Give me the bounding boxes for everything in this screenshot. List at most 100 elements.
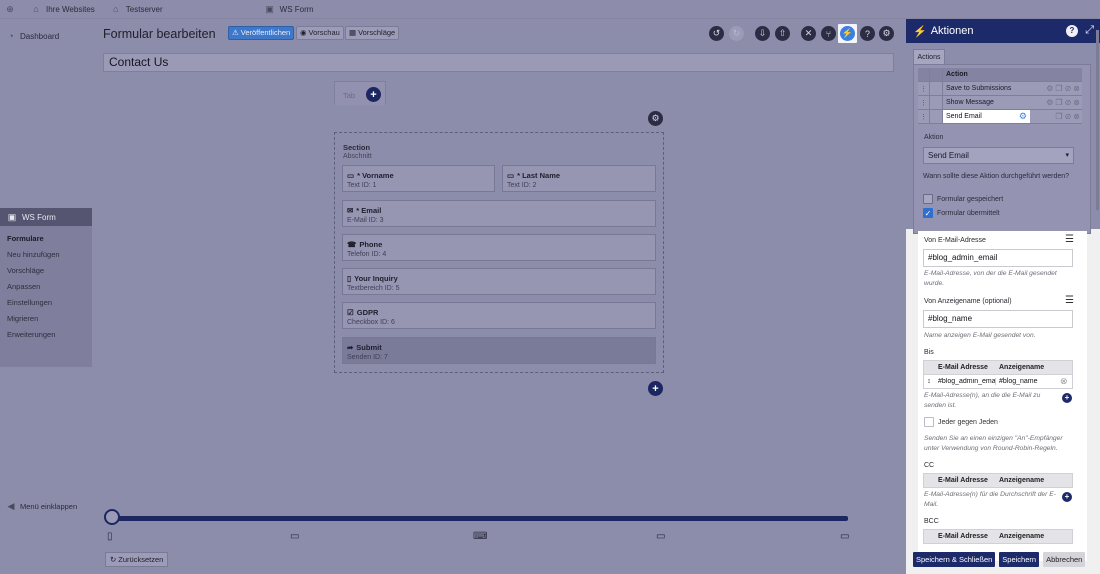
drag-handle-icon[interactable]: ⋮ [918,99,929,107]
from-email-input[interactable]: #blog_admin_email [923,249,1073,267]
history-icon[interactable]: ↺ [709,26,724,41]
sidebar-item-formulare[interactable]: Formulare [0,232,92,248]
settings-icon[interactable]: ⚙ [1019,111,1030,122]
drag-handle-icon[interactable]: ⋮ [918,85,929,93]
delete-icon[interactable]: ⊗ [1073,112,1080,121]
publish-button[interactable]: ⚠ Veröffentlichen [228,26,295,40]
wsform-icon: ▣ [7,211,17,222]
field-vorname[interactable]: ▭ * Vorname Text ID: 1 [342,165,495,192]
preview-button[interactable]: ◉ Vorschau [296,26,344,40]
settings-gear-icon[interactable]: ⚙ [879,26,894,41]
copy-icon[interactable]: ❐ [1055,98,1062,107]
delete-icon[interactable]: ⊗ [1073,84,1080,93]
disable-icon[interactable]: ⊘ [1065,112,1072,121]
sidebar-item-vorschlaege[interactable]: Vorschläge [0,264,92,280]
col-name: Anzeigename [999,533,1045,540]
actions-table-header: Action [918,68,1082,82]
panel-help-icon[interactable]: ? [1066,25,1078,37]
panel-scrollbar[interactable] [1096,30,1099,210]
breakpoint-slider-track[interactable] [111,516,848,521]
drag-handle-icon[interactable]: ⋮ [918,113,929,121]
text-field-icon: ▭ [507,171,515,180]
to-help: E-Mail-Adresse(n), an die die E-Mail zu … [924,392,1041,409]
breakpoint-slider-handle[interactable] [104,509,120,525]
add-recipient-button[interactable]: + [1062,393,1072,403]
table-row[interactable]: ⋮ Show Message ⚙ ❐ ⊘ ⊗ [918,96,1082,110]
hamburger-icon[interactable]: ☰ [1065,234,1074,245]
site-link[interactable]: ⌂ Ihre Websites [31,4,94,14]
checkbox-label: Formular übermittelt [937,209,1000,217]
disable-icon[interactable]: ⊘ [1065,84,1072,93]
reset-button[interactable]: ↻ Zurücksetzen [105,552,169,567]
redo-icon[interactable]: ↻ [729,26,744,41]
add-tab-button[interactable]: + [366,87,381,102]
settings-icon[interactable]: ⚙ [1046,98,1053,107]
large-desktop-icon[interactable]: ▭ [840,531,849,542]
field-phone[interactable]: ☎ Phone Telefon ID: 4 [342,234,656,261]
checkbox-saved[interactable]: Formular gespeichert [923,194,1003,204]
add-cc-button[interactable]: + [1062,492,1072,502]
action-settings-card: Von E-Mail-Adresse ☰ #blog_admin_email E… [918,231,1087,561]
copy-icon[interactable]: ❐ [1055,112,1062,121]
suggestions-button[interactable]: ▦ Vorschläge [345,26,400,40]
sidebar-item-wsform[interactable]: ▣ WS Form [0,208,92,226]
delete-icon[interactable]: ⊗ [1060,376,1072,387]
to-name-cell[interactable]: #blog_name [996,378,1060,385]
save-button[interactable]: Speichern [999,552,1040,567]
disable-icon[interactable]: ⊘ [1065,98,1072,107]
expand-icon[interactable]: ⤢ [1085,24,1094,37]
sidebar-item-anpassen[interactable]: Anpassen [0,280,92,296]
tab-actions[interactable]: Actions [913,49,945,65]
field-last-name[interactable]: ▭ * Last Name Text ID: 2 [502,165,656,192]
checkbox-box[interactable] [923,194,933,204]
settings-icon[interactable]: ⚙ [1046,84,1053,93]
field-gdpr[interactable]: ☑ GDPR Checkbox ID: 6 [342,302,656,329]
add-section-button[interactable]: + [648,381,663,396]
form-section[interactable]: Section Abschnitt ▭ * Vorname Text ID: 1 … [334,132,664,373]
form-name-input[interactable]: Contact Us [103,53,894,72]
sidebar-item-migrieren[interactable]: Migrieren [0,312,92,328]
field-email[interactable]: ✉ * Email E-Mail ID: 3 [342,200,656,227]
table-row[interactable]: ⋮ Send Email ⚙ ❐ ⊘ ⊗ [918,110,1082,124]
field-submit[interactable]: ➦ Submit Senden ID: 7 [342,337,656,364]
desktop-icon[interactable]: ▭ [656,531,665,542]
plugin-link[interactable]: ▣ WS Form [265,3,313,15]
hamburger-icon[interactable]: ☰ [1065,295,1074,306]
delete-icon[interactable]: ⊗ [1073,98,1080,107]
server-link[interactable]: ⌂ Testserver [111,4,163,14]
actions-icon[interactable]: ⚡ [838,24,857,43]
sidebar-item-dashboard[interactable]: ◔ Dashboard [6,31,59,41]
tablet-icon[interactable]: ▭ [290,531,299,542]
help-icon[interactable]: ? [860,26,875,41]
table-row[interactable]: ⋮ Save to Submissions ⚙ ❐ ⊘ ⊗ [918,82,1082,96]
cancel-button[interactable]: Abbrechen [1043,552,1086,567]
mobile-icon[interactable]: ▯ [107,531,113,542]
tools-icon[interactable]: ✕ [801,26,816,41]
field-inquiry[interactable]: ▯ Your Inquiry Textbereich ID: 5 [342,268,656,295]
to-email-cell[interactable]: #blog_admin_email [934,378,996,385]
upload-icon[interactable]: ⇧ [775,26,790,41]
from-name-input[interactable]: #blog_name [923,310,1073,328]
round-robin-help: Senden Sie an einen einzigen "An"-Empfän… [924,435,1063,452]
conditional-icon[interactable]: ⑂ [821,26,836,41]
wsform-icon: ▣ [265,3,274,14]
action-type-select[interactable]: Send Email [923,147,1074,164]
checkbox-round-robin[interactable]: Jeder gegen Jeden [924,417,998,427]
sidebar-item-erweiterungen[interactable]: Erweiterungen [0,328,92,344]
drag-handle-icon[interactable]: ↕ [924,378,934,385]
sidebar-item-einstellungen[interactable]: Einstellungen [0,296,92,312]
laptop-icon[interactable]: ⌨ [473,531,487,542]
copy-icon[interactable]: ❐ [1055,84,1062,93]
save-close-button[interactable]: Speichern & Schließen [913,552,996,567]
col-name: Anzeigename [999,364,1045,371]
collapse-menu-button[interactable]: ◀ Menü einklappen [6,501,78,512]
sidebar-item-neu[interactable]: Neu hinzufügen [0,248,92,264]
checkbox-submitted[interactable]: ✓ Formular übermittelt [923,208,1000,218]
checkbox-box[interactable] [924,417,934,427]
tab-settings-gear-icon[interactable]: ⚙ [648,111,663,126]
download-icon[interactable]: ⇩ [755,26,770,41]
wp-logo-icon[interactable]: ⊕ [5,4,15,15]
check-icon[interactable]: ✓ [923,208,933,218]
server-label: Testserver [125,4,163,14]
to-table: E-Mail Adresse Anzeigename ↕ #blog_admin… [923,360,1073,389]
